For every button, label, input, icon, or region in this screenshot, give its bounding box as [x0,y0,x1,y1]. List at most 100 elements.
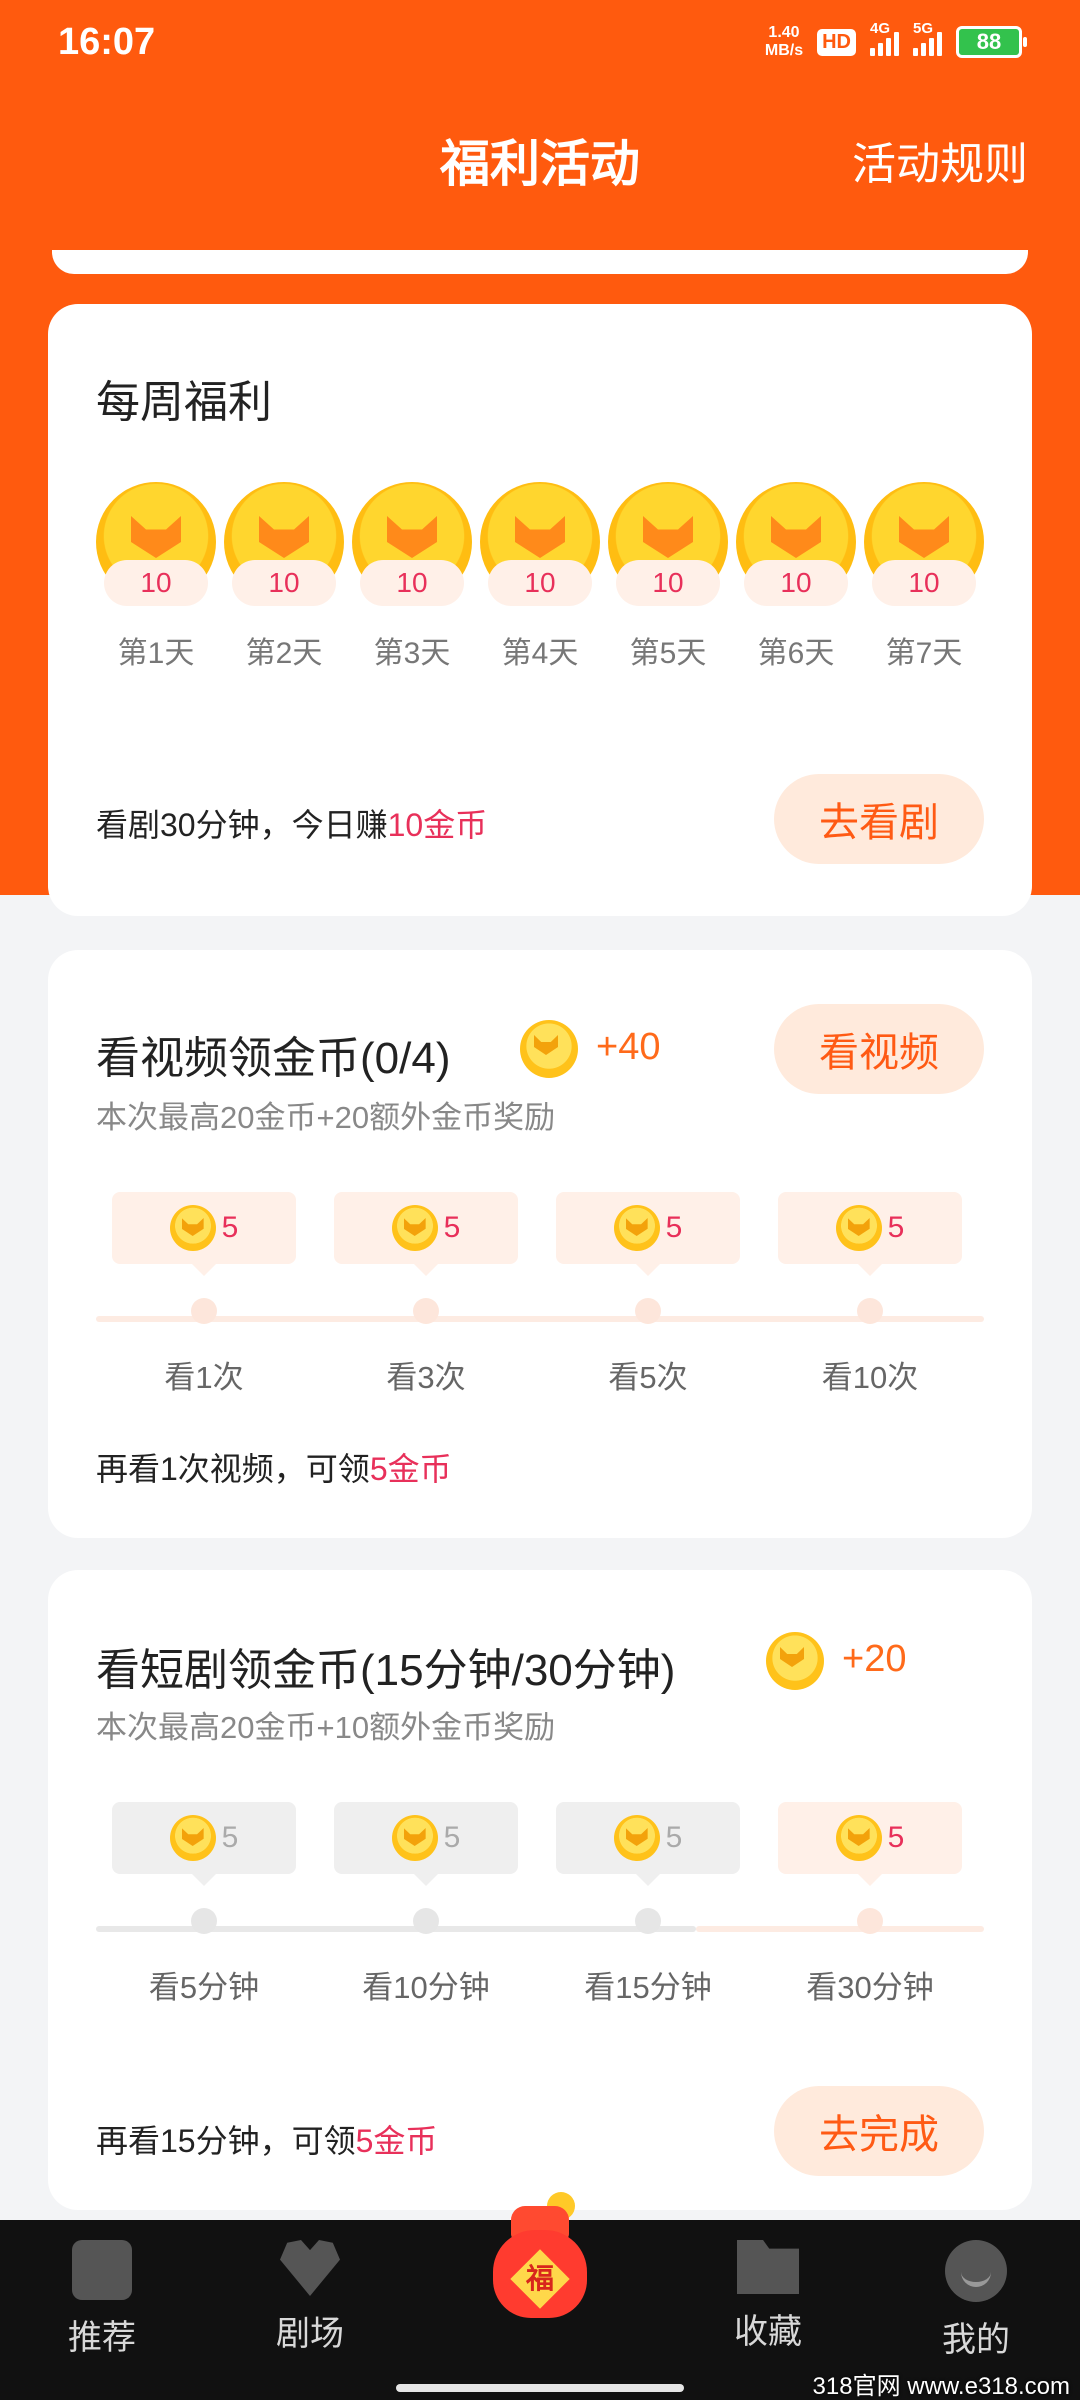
weekly-day-2: 10 第2天 [224,482,344,672]
favorites-icon [737,2240,799,2294]
milestone-label: 看3次 [386,1360,466,1395]
milestone-label: 看10次 [821,1360,919,1395]
milestone-amount: 5 [221,1211,239,1244]
milestone-reward: 5 [778,1192,962,1276]
coin-icon [835,1815,882,1861]
watermark: 318官网 www.e318.com [812,2373,1070,2400]
nav-recommend[interactable]: 推荐 [32,2240,172,2359]
nav-favorites[interactable]: 收藏 [698,2240,838,2353]
milestone-amount: 5 [443,1211,461,1244]
milestone-amount: 5 [665,1211,683,1244]
milestone-reward: 5 [778,1802,962,1886]
coin-icon [613,1815,660,1861]
header: 福利活动 活动规则 [0,110,1080,200]
coin-icon [835,1205,882,1251]
battery-icon: 88 [956,26,1027,58]
status-icons: 1.40 MB/s HD 4G 5G 88 [764,20,1027,60]
video-bonus: +40 [596,1026,661,1068]
home-indicator[interactable] [396,2384,684,2392]
video-milestone-3: 5 看5次 [556,1192,740,1397]
milestone-reward: 5 [556,1192,740,1276]
milestone-reward: 5 [334,1802,518,1886]
watch-video-card: 看视频领金币(0/4) +40 本次最高20金币+20额外金币奖励 看视频 5 … [48,950,1032,1538]
day-label: 第2天 [245,637,323,670]
nav-theater[interactable]: 剧场 [240,2240,380,2355]
video-milestones: 5 看1次 5 看3次 5 看5次 5 看10次 [96,1192,984,1395]
day-amount: 10 [104,560,208,606]
signal-5g-label: 5G [913,20,934,37]
drama-milestones: 5 看5分钟 5 看10分钟 5 看15分钟 5 看30分钟 [96,1802,984,2005]
drama-info-highlight: 5金币 [355,2123,438,2159]
fu-badge: 福 [510,2249,570,2309]
drama-milestone-1: 5 看5分钟 [112,1802,296,2007]
status-time: 16:07 [58,20,156,63]
lucky-bag-button[interactable]: 福 [485,2192,595,2322]
weekly-day-6: 10 第6天 [736,482,856,672]
coin-icon [169,1815,216,1861]
go-complete-button[interactable]: 去完成 [774,2086,984,2176]
coin-icon [766,1632,824,1690]
weekly-info-text: 看剧30分钟，今日赚 [96,807,388,843]
milestone-label: 看1次 [164,1360,244,1395]
drama-milestone-3: 5 看15分钟 [556,1802,740,2007]
coin-icon [520,1020,578,1078]
day-label: 第6天 [757,637,835,670]
weekly-day-5: 10 第5天 [608,482,728,672]
video-subtitle: 本次最高20金币+20额外金币奖励 [96,1100,556,1135]
signal-4g-label: 4G [870,20,891,37]
drama-milestone-4: 5 看30分钟 [778,1802,962,2007]
day-label: 第5天 [629,637,707,670]
weekly-day-7: 10 第7天 [864,482,984,672]
watch-video-button[interactable]: 看视频 [774,1004,984,1094]
coin-icon [613,1205,660,1251]
video-info-highlight: 5金币 [369,1451,452,1487]
coin-icon [391,1205,438,1251]
watch-drama-card: 看短剧领金币(15分钟/30分钟) +20 本次最高20金币+10额外金币奖励 … [48,1570,1032,2210]
drama-subtitle: 本次最高20金币+10额外金币奖励 [96,1710,556,1745]
day-amount: 10 [744,560,848,606]
nav-label: 我的 [942,2321,1010,2359]
day-label: 第4天 [501,637,579,670]
status-bar: 16:07 1.40 MB/s HD 4G 5G 88 [0,0,1080,84]
fu-char: 福 [525,2263,554,2294]
weekly-day-4: 10 第4天 [480,482,600,672]
activity-rules-link[interactable]: 活动规则 [852,128,1028,192]
milestone-label: 看10分钟 [362,1970,490,2005]
milestone-reward: 5 [334,1192,518,1276]
hd-icon: HD [817,28,856,56]
weekly-info: 看剧30分钟，今日赚10金币 [96,800,487,846]
profile-icon [945,2240,1007,2302]
previous-card-edge [52,250,1028,274]
day-amount: 10 [360,560,464,606]
signal-4g-icon: 4G [870,20,899,56]
drama-milestone-2: 5 看10分钟 [334,1802,518,2007]
milestone-dot [635,1908,661,1934]
weekly-title: 每周福利 [96,378,272,427]
theater-icon [280,2240,340,2296]
nav-profile[interactable]: 我的 [906,2240,1046,2361]
recommend-icon [72,2240,132,2300]
go-watch-drama-button[interactable]: 去看剧 [774,774,984,864]
network-speed-unit: MB/s [764,42,804,59]
day-amount: 10 [488,560,592,606]
video-info-text: 再看1次视频，可领 [96,1451,370,1487]
milestone-label: 看15分钟 [584,1970,712,2005]
milestone-amount: 5 [887,1211,905,1244]
signal-5g-icon: 5G [913,20,942,56]
drama-title: 看短剧领金币(15分钟/30分钟) [96,1646,676,1695]
day-label: 第1天 [117,637,195,670]
drama-info: 再看15分钟，可领5金币 [96,2116,437,2162]
milestone-dot [413,1298,439,1324]
milestone-label: 看30分钟 [806,1970,934,2005]
video-title: 看视频领金币(0/4) [96,1034,451,1083]
milestone-dot [857,1298,883,1324]
network-speed-value: 1.40 [768,24,800,41]
milestone-reward: 5 [112,1192,296,1276]
video-milestone-4: 5 看10次 [778,1192,962,1397]
nav-label: 收藏 [734,2313,802,2351]
nav-label: 推荐 [68,2319,136,2357]
day-amount: 10 [872,560,976,606]
day-label: 第3天 [373,637,451,670]
day-label: 第7天 [885,637,963,670]
milestone-dot [413,1908,439,1934]
